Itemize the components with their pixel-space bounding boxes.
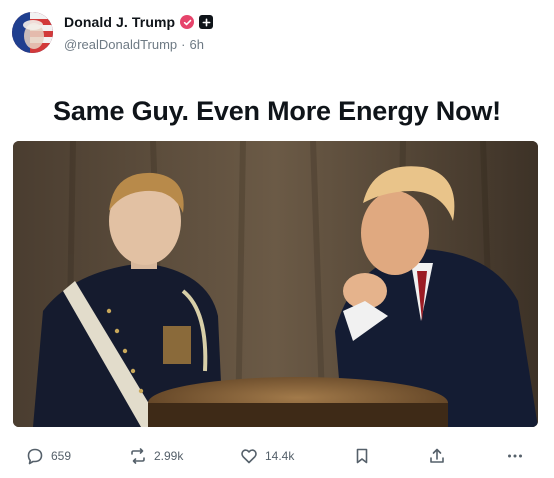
reply-bubble-icon <box>27 448 43 465</box>
heart-icon <box>241 449 257 464</box>
author-handle[interactable]: @realDonaldTrump <box>64 37 177 52</box>
more-button[interactable] <box>505 444 525 468</box>
author-name-row: Donald J. Trump <box>64 13 214 31</box>
share-button[interactable] <box>427 444 447 468</box>
like-button[interactable]: 14.4k <box>239 444 294 468</box>
post-text: Same Guy. Even More Energy Now! <box>53 96 501 126</box>
plus-badge-icon <box>199 15 214 29</box>
post-timestamp[interactable]: 6h <box>190 37 204 52</box>
post-image[interactable] <box>13 141 538 427</box>
post-card: Donald J. Trump @realDonaldTrump · 6h Sa… <box>0 0 554 478</box>
avatar-image <box>12 12 53 53</box>
bookmark-icon <box>356 448 368 464</box>
post-action-bar: 659 2.99k 14.4k <box>0 444 554 468</box>
separator-dot: · <box>181 37 186 52</box>
repost-icon <box>131 448 145 464</box>
repost-count: 2.99k <box>154 449 184 463</box>
author-handle-row: @realDonaldTrump · 6h <box>64 37 204 52</box>
avatar[interactable] <box>12 12 53 53</box>
share-icon <box>430 448 444 463</box>
bookmark-button[interactable] <box>352 444 372 468</box>
author-display-name[interactable]: Donald J. Trump <box>64 14 175 30</box>
reply-count: 659 <box>51 449 72 463</box>
repost-button[interactable]: 2.99k <box>128 444 183 468</box>
more-icon <box>508 454 522 458</box>
post-image-illustration <box>13 141 538 427</box>
reply-button[interactable]: 659 <box>25 444 71 468</box>
like-count: 14.4k <box>265 449 295 463</box>
verified-check-icon <box>180 15 195 29</box>
